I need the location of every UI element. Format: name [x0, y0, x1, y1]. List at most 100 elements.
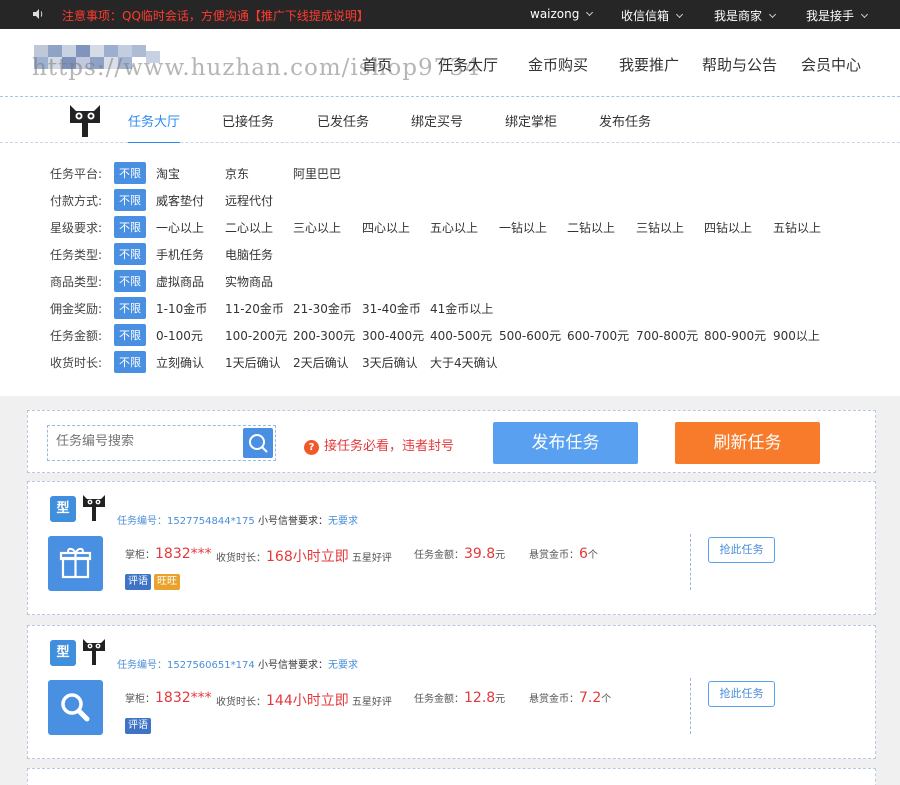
receive-time: 收货时长：144小时立即 五星好评 [216, 693, 392, 709]
filter-option[interactable]: 虚拟商品 [156, 273, 204, 290]
filter-option[interactable]: 电脑任务 [225, 246, 273, 263]
filter-option[interactable]: 700-800元 [636, 327, 698, 344]
task-card: 型任务编号：1527560651*174 小号信誉要求：无要求 掌柜：1832***… [27, 625, 876, 759]
filter-option[interactable]: 四钻以上 [704, 219, 752, 236]
filter-label: 佣金奖励: [50, 302, 103, 316]
filter-option[interactable]: 五心以上 [430, 219, 478, 236]
search-icon [48, 680, 103, 735]
filter-option[interactable]: 立刻确认 [156, 354, 204, 371]
filter-option-all[interactable]: 不限 [114, 243, 146, 265]
filter-option[interactable]: 二钻以上 [567, 219, 615, 236]
filter-option[interactable]: 阿里巴巴 [293, 165, 341, 182]
warning-link[interactable]: ? 接任务必看，违者封号 [304, 435, 454, 455]
chevron-down-icon [586, 8, 594, 17]
chevron-down-icon [675, 10, 684, 19]
top-bar: 注意事项：QQ临时会话，方便沟通【推广下线提成说明】 waizong 收信信箱 … [0, 0, 900, 29]
refresh-task-button[interactable]: 刷新任务 [675, 422, 820, 464]
filter-option[interactable]: 三心以上 [293, 219, 341, 236]
search-button[interactable] [243, 428, 273, 458]
filter-option[interactable]: 五钻以上 [773, 219, 821, 236]
filter-option[interactable]: 41金币以上 [430, 300, 493, 317]
filter-option[interactable]: 31-40金币 [362, 300, 421, 317]
tab-bind-buyer[interactable]: 绑定买号 [411, 111, 463, 130]
filter-option[interactable]: 21-30金币 [293, 300, 352, 317]
nav-member[interactable]: 会员中心 [801, 54, 861, 75]
tab-published[interactable]: 已发任务 [317, 111, 369, 130]
filter-label: 付款方式: [50, 194, 103, 208]
search-icon [249, 434, 268, 453]
filter-option[interactable]: 大于4天确认 [430, 354, 498, 371]
search-input[interactable] [56, 434, 236, 449]
filter-row: 任务金额: 不限 0-100元 100-200元 200-300元 300-400元 400… [0, 324, 900, 346]
filter-option[interactable]: 900以上 [773, 327, 820, 344]
taker-menu[interactable]: 我是接手 [806, 7, 869, 24]
tab-publish-task[interactable]: 发布任务 [599, 111, 651, 130]
filter-option[interactable]: 600-700元 [567, 327, 629, 344]
filter-option[interactable]: 800-900元 [704, 327, 766, 344]
filter-option[interactable]: 二心以上 [225, 219, 273, 236]
filter-option-all[interactable]: 不限 [114, 324, 146, 346]
grab-task-button[interactable]: 抢此任务 [708, 681, 775, 707]
filter-option[interactable]: 威客垫付 [156, 192, 204, 209]
filter-option[interactable]: 1天后确认 [225, 354, 281, 371]
user-menu[interactable]: waizong [530, 7, 594, 21]
nav-buy-coins[interactable]: 金币购买 [528, 54, 588, 75]
filter-option[interactable]: 手机任务 [156, 246, 204, 263]
filter-option[interactable]: 远程代付 [225, 192, 273, 209]
tmall-cat-icon [82, 494, 106, 522]
task-card: 型任务编号：1527754844*175 小号信誉要求：无要求 掌柜：1832***… [27, 481, 876, 615]
task-tag: 旺旺 [154, 574, 180, 590]
filter-option-all[interactable]: 不限 [114, 162, 146, 184]
task-tag: 评语 [125, 718, 151, 734]
divider [690, 678, 691, 734]
filter-label: 收货时长: [50, 356, 103, 370]
tab-accepted[interactable]: 已接任务 [222, 111, 274, 130]
filter-option[interactable]: 500-600元 [499, 327, 561, 344]
filter-option-all[interactable]: 不限 [114, 189, 146, 211]
filter-option[interactable]: 0-100元 [156, 327, 203, 344]
filter-option[interactable]: 2天后确认 [293, 354, 349, 371]
filter-label: 任务平台: [50, 167, 103, 181]
task-amount: 任务金额：39.8元 [414, 546, 506, 562]
divider [690, 534, 691, 590]
filter-option[interactable]: 三钻以上 [636, 219, 684, 236]
grab-task-button[interactable]: 抢此任务 [708, 537, 775, 563]
tab-task-hall[interactable]: 任务大厅 [128, 111, 181, 144]
nav-home[interactable]: 首页 [362, 54, 392, 75]
merchant-menu[interactable]: 我是商家 [714, 7, 777, 24]
filter-option-all[interactable]: 不限 [114, 270, 146, 292]
filter-option[interactable]: 1-10金币 [156, 300, 207, 317]
nav-task-hall[interactable]: 任务大厅 [438, 54, 498, 75]
filter-option[interactable]: 一钻以上 [499, 219, 547, 236]
nav-promote[interactable]: 我要推广 [619, 54, 679, 75]
filter-label: 商品类型: [50, 275, 103, 289]
filter-row: 任务类型: 不限 手机任务 电脑任务 [0, 243, 900, 265]
filter-option[interactable]: 一心以上 [156, 219, 204, 236]
filter-option-all[interactable]: 不限 [114, 351, 146, 373]
filter-option[interactable]: 四心以上 [362, 219, 410, 236]
task-amount: 任务金额：12.8元 [414, 690, 506, 706]
filter-option[interactable]: 100-200元 [225, 327, 287, 344]
filter-row: 商品类型: 不限 虚拟商品 实物商品 [0, 270, 900, 292]
speaker-icon [33, 9, 43, 19]
shopkeeper: 掌柜：1832*** [125, 546, 212, 562]
filter-row: 星级要求: 不限 一心以上 二心以上 三心以上 四心以上 五心以上 一钻以上 二钻以上 三钻以上 四… [0, 216, 900, 238]
filter-option[interactable]: 300-400元 [362, 327, 424, 344]
search-box [47, 425, 276, 461]
filter-option[interactable]: 实物商品 [225, 273, 273, 290]
filter-option[interactable]: 400-500元 [430, 327, 492, 344]
notice-text[interactable]: 注意事项：QQ临时会话，方便沟通【推广下线提成说明】 [62, 7, 369, 24]
filter-option[interactable]: 11-20金币 [225, 300, 284, 317]
inbox-menu[interactable]: 收信信箱 [621, 7, 684, 24]
publish-task-button[interactable]: 发布任务 [493, 422, 638, 464]
filter-option-all[interactable]: 不限 [114, 216, 146, 238]
tab-bind-shopkeeper[interactable]: 绑定掌柜 [505, 111, 557, 130]
filter-row: 任务平台: 不限 淘宝 京东 阿里巴巴 [0, 162, 900, 184]
nav-help[interactable]: 帮助与公告 [702, 54, 777, 75]
filter-option[interactable]: 200-300元 [293, 327, 355, 344]
filter-option[interactable]: 京东 [225, 165, 249, 182]
filter-option[interactable]: 淘宝 [156, 165, 180, 182]
filter-option[interactable]: 3天后确认 [362, 354, 418, 371]
filter-option-all[interactable]: 不限 [114, 297, 146, 319]
tmall-cat-icon [82, 638, 106, 666]
